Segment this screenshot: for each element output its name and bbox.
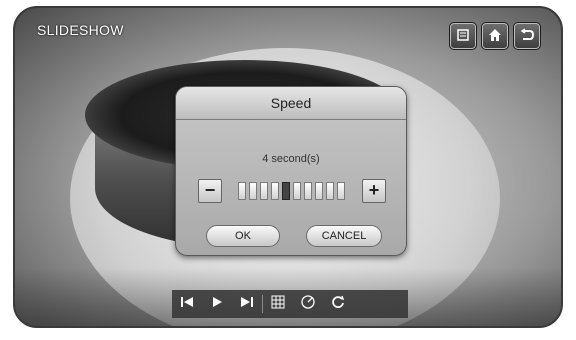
slider-step xyxy=(270,182,279,200)
repeat-icon xyxy=(330,294,346,315)
slider-step xyxy=(325,182,334,200)
return-button[interactable] xyxy=(513,22,541,50)
slider-step xyxy=(237,182,246,200)
return-icon xyxy=(520,27,535,45)
speed-button[interactable] xyxy=(293,290,323,318)
next-button[interactable] xyxy=(232,290,262,318)
speed-slider[interactable] xyxy=(228,181,354,201)
slider-step xyxy=(292,182,301,200)
play-button[interactable] xyxy=(202,290,232,318)
photo-viewer: SLIDESHOW Speed 4 second(s) − + OK CANCE… xyxy=(13,6,563,328)
previous-icon xyxy=(179,295,195,314)
slider-step xyxy=(259,182,268,200)
slider-step xyxy=(336,182,345,200)
slider-step xyxy=(248,182,257,200)
slider-step xyxy=(303,182,312,200)
speed-dialog: Speed 4 second(s) − + OK CANCEL xyxy=(175,86,407,256)
speed-value: 4 second(s) xyxy=(262,153,320,165)
grid-view-button[interactable] xyxy=(263,290,293,318)
dialog-title: Speed xyxy=(176,87,406,120)
next-icon xyxy=(239,295,255,314)
play-icon xyxy=(210,295,224,314)
cancel-button[interactable]: CANCEL xyxy=(306,225,382,247)
repeat-button[interactable] xyxy=(323,290,353,318)
grid-icon xyxy=(270,294,286,315)
increase-speed-button[interactable]: + xyxy=(362,179,386,203)
decrease-speed-button[interactable]: − xyxy=(198,179,222,203)
previous-button[interactable] xyxy=(172,290,202,318)
ok-button[interactable]: OK xyxy=(206,225,280,247)
slider-handle[interactable] xyxy=(281,182,290,200)
settings-button[interactable] xyxy=(449,22,477,50)
page-title: SLIDESHOW xyxy=(37,22,124,38)
slider-step xyxy=(314,182,323,200)
speed-icon xyxy=(300,294,316,315)
home-icon xyxy=(488,28,502,45)
home-button[interactable] xyxy=(481,22,509,50)
settings-icon xyxy=(456,28,470,45)
playback-controls xyxy=(172,290,408,318)
